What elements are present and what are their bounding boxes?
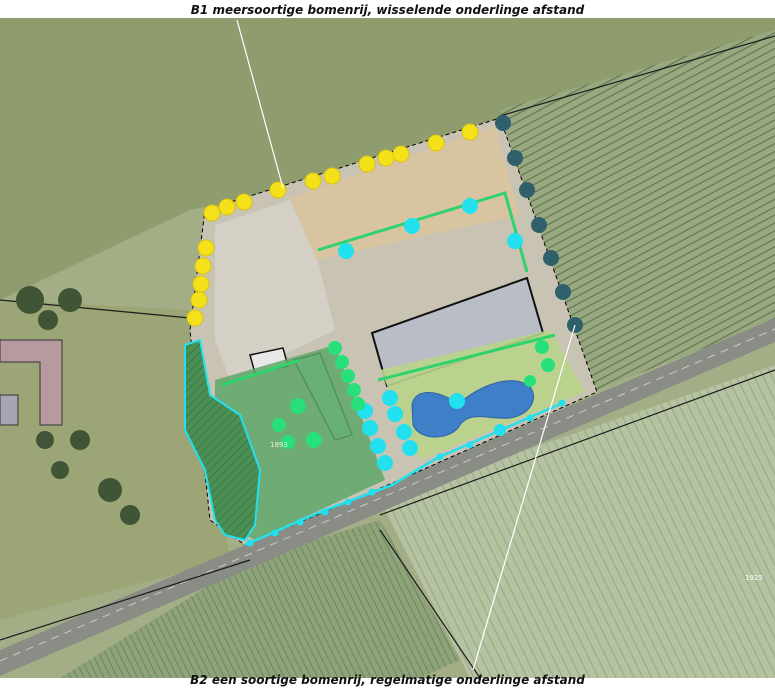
label-b1: B1 meersoortige bomenrij, wisselende ond… <box>190 3 585 17</box>
field-number-label: 1925 <box>745 574 763 582</box>
map-canvas: 1893 1925 B1 meersoortige bomenrij, wiss… <box>0 0 775 694</box>
aerial-site-plan: 1893 1925 <box>0 18 775 679</box>
parcel-number-label: 1893 <box>270 441 288 449</box>
label-b2: B2 een soortige bomenrij, regelmatige on… <box>190 673 585 687</box>
neighbour-shed <box>0 394 19 426</box>
